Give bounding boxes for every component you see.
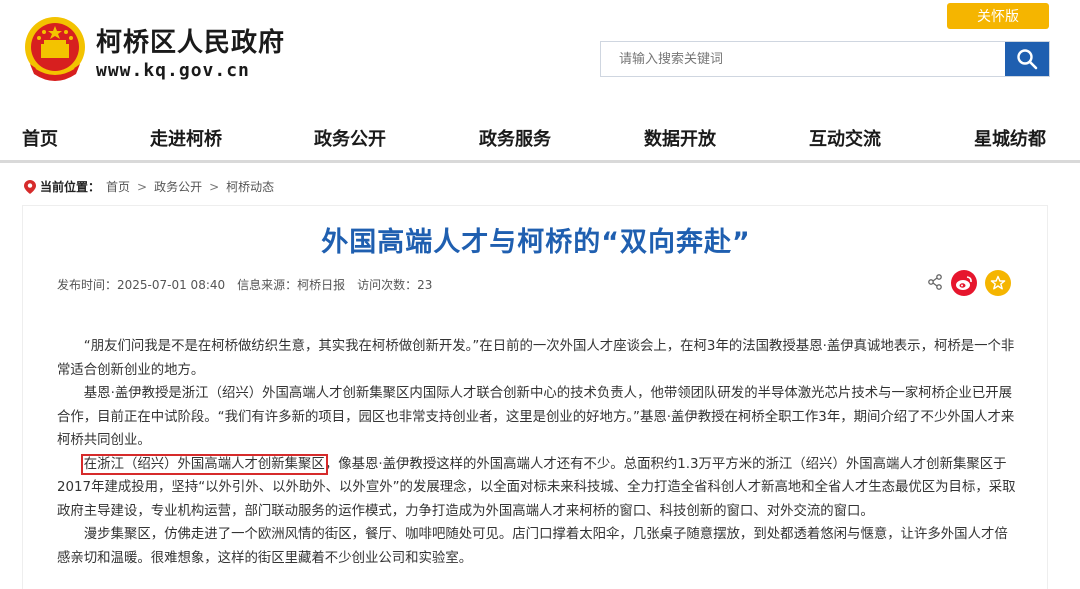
nav-item-about[interactable]: 走进柯桥 xyxy=(150,125,222,151)
search-input[interactable] xyxy=(601,42,1005,76)
breadcrumb-label: 当前位置： xyxy=(40,180,101,194)
search-icon xyxy=(1017,49,1038,70)
share-icon[interactable] xyxy=(927,274,943,290)
publish-time: 发布时间：2025-07-01 08:40 xyxy=(57,278,226,292)
article-paragraph: 基恩·盖伊教授是浙江（绍兴）外国高端人才创新集聚区内国际人才联合创新中心的技术负… xyxy=(57,386,1015,448)
site-title[interactable]: 柯桥区人民政府 xyxy=(96,22,285,59)
site-header: 柯桥区人民政府 www.kq.gov.cn 关怀版 xyxy=(0,0,1080,100)
breadcrumb: 当前位置： 首页 > 政务公开 > 柯桥动态 xyxy=(24,178,274,195)
breadcrumb-home[interactable]: 首页 xyxy=(106,178,130,195)
breadcrumb-separator: > xyxy=(137,179,148,194)
care-mode-button[interactable]: 关怀版 xyxy=(947,3,1049,29)
nav-item-interaction[interactable]: 互动交流 xyxy=(809,125,881,151)
article-paragraph: 在浙江（绍兴）外国高端人才创新集聚区，像基恩·盖伊教授这样的外国高端人才还有不少… xyxy=(57,453,1017,524)
visit-count: 访问次数：23 xyxy=(357,278,433,292)
main-nav: 首页 走进柯桥 政务公开 政务服务 数据开放 互动交流 星城纺都 xyxy=(0,113,1080,163)
nav-item-gov-affairs[interactable]: 政务公开 xyxy=(314,125,386,151)
site-url[interactable]: www.kq.gov.cn xyxy=(96,60,250,81)
article-card: 外国高端人才与柯桥的“双向奔赴” 发布时间：2025-07-01 08:40 信… xyxy=(22,205,1048,589)
star-icon[interactable] xyxy=(985,270,1011,296)
article-title: 外国高端人才与柯桥的“双向奔赴” xyxy=(321,227,751,258)
search-button[interactable] xyxy=(1005,42,1049,76)
article-paragraph: 漫步集聚区，仿佛走进了一个欧洲风情的街区，餐厅、咖啡吧随处可见。店门口撑着太阳伞… xyxy=(57,527,1008,566)
article-paragraph: “朋友们问我是不是在柯桥做纺织生意，其实我在柯桥做创新开发。”在日前的一次外国人… xyxy=(57,339,1015,378)
nav-item-open-data[interactable]: 数据开放 xyxy=(644,125,716,151)
breadcrumb-gov-affairs[interactable]: 政务公开 xyxy=(154,178,202,195)
article-body: “朋友们问我是不是在柯桥做纺织生意，其实我在柯桥做创新开发。”在日前的一次外国人… xyxy=(57,335,1017,570)
nav-item-home[interactable]: 首页 xyxy=(22,125,58,151)
breadcrumb-separator: > xyxy=(209,179,220,194)
highlighted-phrase: 在浙江（绍兴）外国高端人才创新集聚区 xyxy=(80,453,328,475)
breadcrumb-keqiao-news[interactable]: 柯桥动态 xyxy=(226,178,274,195)
weibo-icon[interactable] xyxy=(951,270,977,296)
national-emblem-icon[interactable] xyxy=(22,14,88,86)
info-source: 信息来源：柯桥日报 xyxy=(237,278,346,292)
location-pin-icon xyxy=(24,179,36,194)
nav-item-gov-services[interactable]: 政务服务 xyxy=(479,125,551,151)
article-meta: 发布时间：2025-07-01 08:40 信息来源：柯桥日报 访问次数：23 xyxy=(57,276,432,293)
search-box xyxy=(600,41,1050,77)
nav-item-textile-city[interactable]: 星城纺都 xyxy=(974,125,1046,151)
